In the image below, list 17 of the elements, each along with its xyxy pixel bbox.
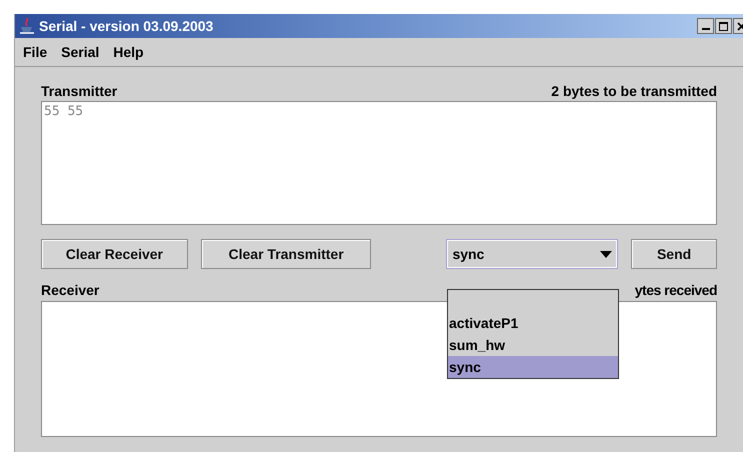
window-title: Serial - version 03.09.2003 <box>39 16 214 36</box>
dropdown-option[interactable]: activateP1 <box>448 312 618 334</box>
transmitter-label: Transmitter <box>41 82 118 100</box>
clear-transmitter-button[interactable]: Clear Transmitter <box>200 239 372 269</box>
receiver-label: Receiver <box>41 280 100 300</box>
transmitter-field[interactable]: 55 55 <box>41 101 717 225</box>
receive-status: ytes received <box>634 280 717 300</box>
dropdown-value: sync <box>452 244 484 264</box>
send-button[interactable]: Send <box>631 239 717 269</box>
menu-item[interactable]: Serial <box>61 42 100 62</box>
transmit-status: 2 bytes to be transmitted <box>551 82 717 101</box>
dropdown-option[interactable]: sync <box>448 356 618 378</box>
clear-receiver-button[interactable]: Clear Receiver <box>41 239 188 269</box>
menu-item[interactable]: File <box>23 42 48 62</box>
menu-item[interactable]: Help <box>113 42 144 62</box>
command-dropdown[interactable]: sync <box>446 239 618 269</box>
dropdown-option[interactable]: sum_hw <box>448 334 618 356</box>
